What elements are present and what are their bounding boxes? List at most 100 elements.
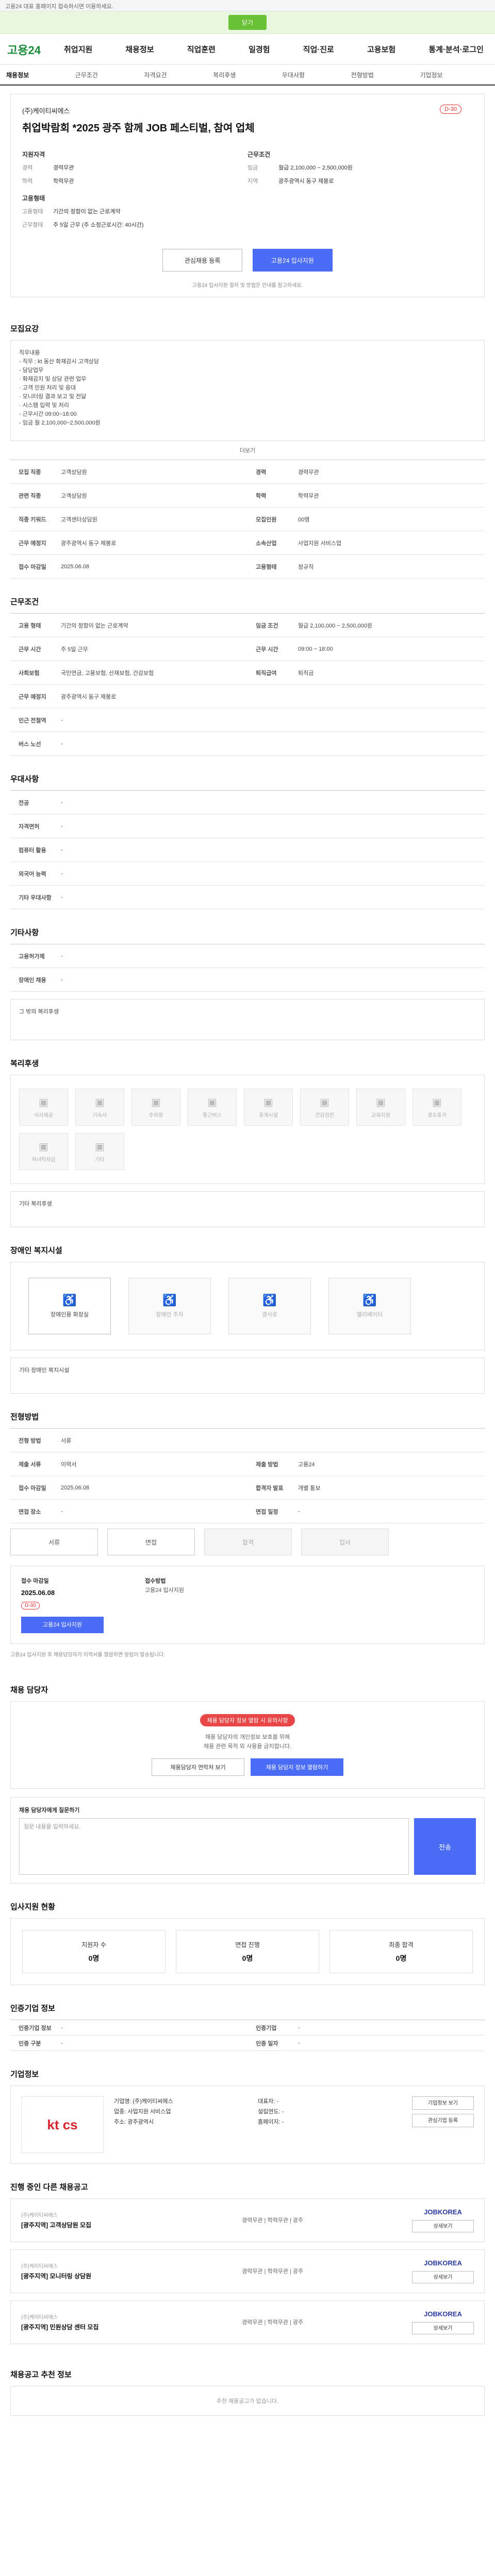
welfare-label: 자녀학자금: [31, 1157, 56, 1163]
job-title-wrap: (주)케이티씨에스 [광주지역] 고객상담원 모집: [21, 2211, 242, 2230]
company-button[interactable]: 기업정보 보기: [412, 2096, 474, 2110]
job-source: JOBKOREA 상세보기: [412, 2310, 474, 2334]
gnb-item[interactable]: 고용보험: [367, 44, 395, 55]
table-header: 소속산업: [256, 540, 277, 547]
dday-badge: D-30: [440, 105, 461, 114]
welfare-item: ▣ 경조휴가: [412, 1089, 461, 1126]
job-card[interactable]: (주)케이티씨에스 [광주지역] 모니터링 상담원 경력무관 | 학력무관 | 광주…: [10, 2249, 485, 2293]
table-cell: -: [61, 717, 63, 723]
table-header: 전공: [19, 800, 29, 806]
gnb-item[interactable]: 통계·분석·로그인: [428, 44, 484, 55]
job-title-wrap: (주)케이티씨에스 [광주지역] 모니터링 상담원: [21, 2262, 242, 2281]
table-row: 모집 직종 고객상담원 경력 경력무관: [10, 460, 485, 484]
table-header: 퇴직급여: [256, 670, 277, 676]
description-line: - 근무시간 09:00~18:00: [19, 411, 77, 417]
summary-employment-title: 고용형태: [22, 195, 45, 202]
welfare-label: 건강검진: [315, 1113, 334, 1118]
job-card[interactable]: (주)케이티씨에스 [광주지역] 고객상담원 모집 경력무관 | 학력무관 | 광주…: [10, 2198, 485, 2242]
table-row: 컴퓨터 활용 -: [10, 838, 485, 862]
welfare-icon: ▣: [95, 1141, 105, 1153]
table-cell: -: [298, 2040, 300, 2046]
stat-card: 최종 합격 0명: [329, 1930, 473, 1973]
company-info-item: 설립연도: -: [258, 2109, 284, 2115]
table-cell: 학력무관: [298, 493, 319, 499]
view-manager-button[interactable]: 채용 담당자 정보 열람하기: [251, 1758, 343, 1776]
company-info-item: 주소: 광주광역시: [114, 2119, 154, 2125]
promo-close-button[interactable]: 닫기: [228, 15, 267, 30]
gnb-item[interactable]: 직업훈련: [187, 44, 216, 55]
detail-button[interactable]: 상세보기: [412, 2220, 474, 2232]
tab-item[interactable]: 기업정보: [420, 71, 489, 79]
tab-item[interactable]: 복리후생: [213, 71, 282, 79]
table-cell: 정규직: [298, 564, 314, 570]
send-button[interactable]: 전송: [414, 1818, 476, 1875]
table-cell: -: [61, 823, 63, 829]
summary-key: 근무형태: [22, 222, 43, 228]
stat-card: 지원자 수 0명: [22, 1930, 166, 1973]
table-cell: 00명: [298, 516, 310, 523]
summary-condition-title: 근무조건: [248, 151, 271, 158]
apply-notes: 고용24 입사지원 후 채용담당자가 이력서를 열람하면 알림이 발송됩니다.: [10, 1652, 166, 1658]
apply-panel: 접수 마감일 2025.06.08 D-30 고용24 입사지원 접수방법 고용…: [10, 1566, 485, 1644]
warning-text-2: 채용 관련 목적 외 사용을 금지합니다.: [203, 1743, 292, 1750]
summary-value: 경력무관: [53, 165, 74, 171]
summary-value: 월급 2,100,000 ~ 2,500,000원: [278, 165, 353, 171]
table-cell: 국민연금, 고용보험, 산재보험, 건강보험: [61, 670, 154, 676]
description-line: 직무내용: [19, 350, 40, 356]
apply-note: 고용24 입사지원 절차 및 방법은 안내를 참고하세요.: [192, 283, 303, 289]
tab-item[interactable]: 전형방법: [351, 71, 420, 79]
section-title: 기타사항: [10, 928, 39, 937]
detail-button[interactable]: 상세보기: [412, 2322, 474, 2334]
welfare-icon: ▣: [263, 1097, 273, 1108]
table-header: 근무 시간: [256, 646, 278, 653]
table-header: 제출 방법: [256, 1461, 278, 1468]
tab-item[interactable]: 자격요건: [144, 71, 213, 79]
tab-item[interactable]: 우대사항: [282, 71, 351, 79]
recommend-empty: 추천 채용공고가 없습니다.: [10, 2386, 485, 2416]
question-input[interactable]: 질문 내용을 입력하세요.: [19, 1818, 409, 1875]
gnb-item[interactable]: 채용정보: [125, 44, 154, 55]
table-cell: 서류: [61, 1437, 72, 1444]
table-cell: 고객상담원: [61, 469, 87, 476]
view-contact-button[interactable]: 채용담당자 연락처 보기: [152, 1758, 244, 1776]
gnb-item[interactable]: 일경험: [249, 44, 270, 55]
table-cell: -: [61, 953, 63, 959]
more-button[interactable]: 더보기: [10, 441, 485, 460]
stat-value: 0명: [88, 1954, 100, 1962]
section-title: 모집요강: [10, 325, 39, 333]
apply-button-2[interactable]: 고용24 입사지원: [21, 1617, 104, 1633]
job-card[interactable]: (주)케이티씨에스 [광주지역] 민원상담 센터 모집 경력무관 | 학력무관 | …: [10, 2300, 485, 2344]
process-step: 면접: [107, 1529, 195, 1555]
table-header: 고용 형태: [19, 622, 41, 629]
table-cell: 2025.06.08: [61, 1484, 90, 1491]
tab-item[interactable]: 근무조건: [75, 71, 144, 79]
save-job-button[interactable]: 관심채용 등록: [162, 249, 243, 272]
apply-button[interactable]: 고용24 입사지원: [252, 249, 333, 272]
site-logo[interactable]: 고용24: [7, 41, 64, 58]
promo-bar: 닫기: [0, 11, 495, 34]
deadline-label: 접수 마감일: [21, 1578, 49, 1584]
table-header: 버스 노선: [19, 741, 41, 748]
job-title: [광주지역] 모니터링 상담원: [21, 2272, 92, 2280]
tab-item[interactable]: 채용정보: [6, 71, 75, 79]
company-button[interactable]: 관심기업 등록: [412, 2114, 474, 2127]
summary-value: 광주광역시 동구 제봉로: [278, 178, 334, 184]
disability-item: ♿ 장애인 주차: [128, 1278, 211, 1334]
table-row: 자격면허 -: [10, 815, 485, 838]
table-row: 인증기업 정보 - 인증기업 -: [10, 2020, 485, 2036]
table-row: 근무 예정지 광주광역시 동구 제봉로 소속산업 사업지원 서비스업: [10, 531, 485, 555]
deadline-date: 2025.06.08: [21, 1589, 55, 1597]
table-header: 고용허가제: [19, 953, 45, 960]
table-header: 사회보험: [19, 670, 40, 676]
table-row: 인증 구분 - 인증 일자 -: [10, 2036, 485, 2051]
company-section: 기업정보 kt cs 기업명: (주)케이티씨에스 대표자: - 업종: 사업지원 …: [10, 2051, 485, 2164]
table-row: 접수 마감일 2025.06.08 합격자 발표 개별 통보: [10, 1476, 485, 1500]
stats-section: 입사지원 현황 지원자 수 0명 면접 진행 0명 최종 합격 0명: [10, 1884, 485, 1985]
table-cell: -: [61, 740, 63, 747]
table-row: 관련 직종 고객상담원 학력 학력무관: [10, 484, 485, 507]
table-header: 장애인 채용: [19, 977, 46, 984]
gnb-item[interactable]: 직업·진로: [303, 44, 334, 55]
gnb-item[interactable]: 취업지원: [64, 44, 92, 55]
company-logo: kt cs: [21, 2096, 104, 2153]
detail-button[interactable]: 상세보기: [412, 2271, 474, 2283]
